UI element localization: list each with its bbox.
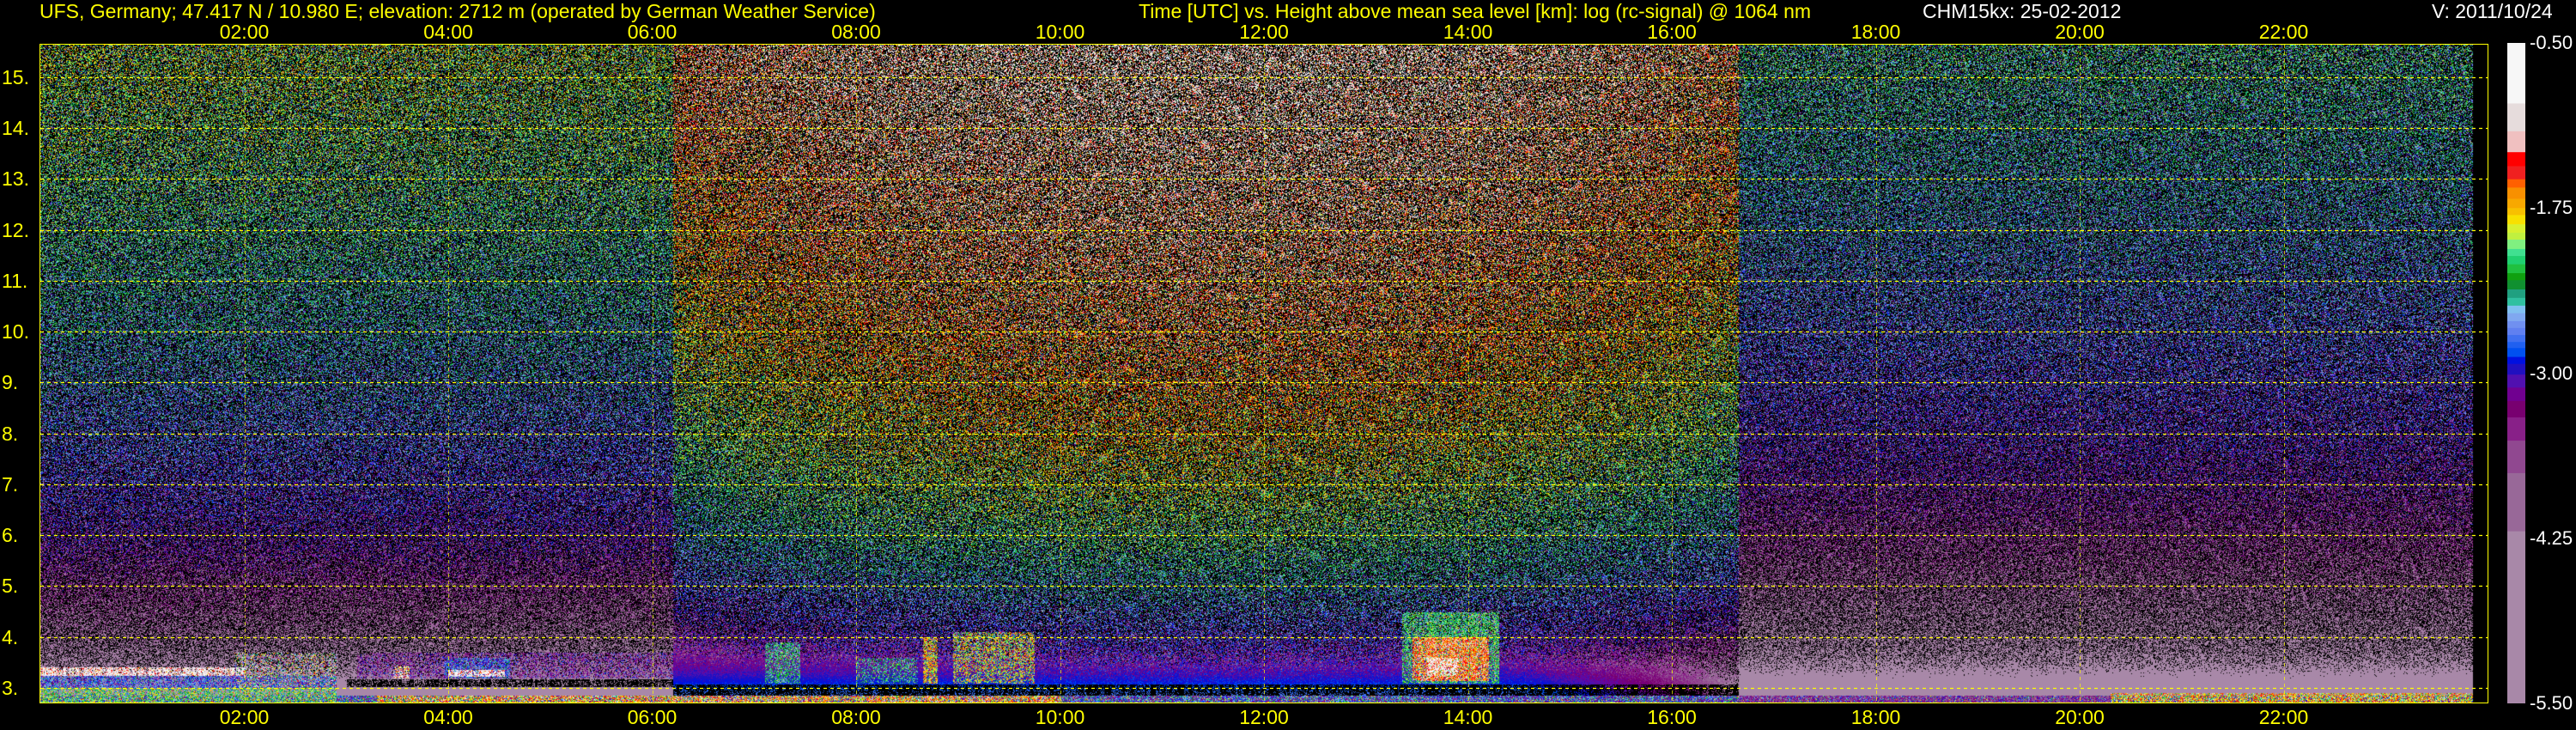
x-tick-label-bottom: 20:00: [2055, 706, 2105, 728]
x-tick-label-bottom: 22:00: [2258, 706, 2309, 728]
colorbar-level: [2507, 240, 2525, 250]
colorbar-level: [2507, 179, 2525, 188]
y-tick-label: 3.: [2, 676, 19, 699]
colorbar-level: [2507, 387, 2525, 402]
colorbar-level: [2507, 313, 2525, 322]
x-tick-label-top: 22:00: [2258, 21, 2309, 43]
y-tick-label: 9.: [2, 371, 19, 394]
colorbar-level: [2507, 305, 2525, 314]
colorbar-tick-label: -0.50: [2530, 32, 2573, 53]
version-label: V: 2011/10/24: [2432, 0, 2553, 22]
colorbar-level: [2507, 342, 2525, 349]
station-title: UFS, Germany; 47.417 N / 10.980 E; eleva…: [39, 0, 876, 22]
x-tick-label-top: 10:00: [1035, 21, 1085, 43]
x-tick-label-top: 08:00: [831, 21, 881, 43]
colorbar-level: [2507, 531, 2525, 703]
colorbar-level: [2507, 363, 2525, 375]
x-tick-label-bottom: 10:00: [1035, 706, 1085, 728]
colorbar: [2507, 43, 2525, 703]
colorbar-level: [2507, 280, 2525, 290]
colorbar-level: [2507, 400, 2525, 418]
colorbar-level: [2507, 335, 2525, 343]
x-tick-label-bottom: 06:00: [627, 706, 677, 728]
y-tick-label: 11.: [2, 269, 28, 292]
colorbar-level: [2507, 233, 2525, 240]
y-tick-label: 10.: [2, 320, 29, 344]
colorbar-level: [2507, 152, 2525, 167]
colorbar-level: [2507, 256, 2525, 265]
y-tick-label: 5.: [2, 575, 19, 598]
x-tick-label-top: 04:00: [423, 21, 473, 43]
y-tick-label: 15.: [2, 65, 29, 88]
colorbar-level: [2507, 131, 2525, 153]
plot-frame: [39, 44, 2488, 703]
x-tick-label-bottom: 04:00: [423, 706, 473, 728]
colorbar-level: [2507, 166, 2525, 180]
x-tick-label-top: 16:00: [1647, 21, 1697, 43]
y-tick-label: 8.: [2, 422, 19, 445]
y-tick-label: 14.: [2, 117, 29, 140]
colorbar-level: [2507, 103, 2525, 132]
instrument-date: CHM15kx: 25-02-2012: [1923, 0, 2122, 22]
x-tick-label-top: 12:00: [1239, 21, 1289, 43]
y-tick-label: 13.: [2, 167, 29, 191]
colorbar-level: [2507, 297, 2525, 307]
y-tick-label: 6.: [2, 524, 19, 547]
x-tick-label-bottom: 08:00: [831, 706, 881, 728]
x-tick-label-top: 06:00: [627, 21, 677, 43]
colorbar-level: [2507, 374, 2525, 388]
colorbar-level: [2507, 273, 2525, 281]
colorbar-tick-label: -3.00: [2530, 362, 2573, 384]
colorbar-level: [2507, 208, 2525, 216]
colorbar-level: [2507, 327, 2525, 336]
y-tick-label: 7.: [2, 472, 19, 496]
x-tick-label-top: 20:00: [2055, 21, 2105, 43]
x-tick-label-bottom: 18:00: [1850, 706, 1901, 728]
x-tick-label-bottom: 14:00: [1443, 706, 1493, 728]
colorbar-level: [2507, 348, 2525, 358]
y-tick-label: 4.: [2, 625, 19, 648]
colorbar-level: [2507, 43, 2525, 104]
x-tick-label-top: 02:00: [219, 21, 270, 43]
colorbar-level: [2507, 356, 2525, 365]
colorbar-level: [2507, 417, 2525, 441]
x-tick-label-top: 14:00: [1443, 21, 1493, 43]
colorbar-level: [2507, 320, 2525, 329]
colorbar-tick-label: -5.50: [2530, 692, 2573, 714]
colorbar-tick-label: -4.25: [2530, 526, 2573, 549]
x-tick-label-bottom: 16:00: [1647, 706, 1697, 728]
colorbar-level: [2507, 289, 2525, 299]
colorbar-tick-label: -1.75: [2530, 197, 2573, 219]
colorbar-level: [2507, 215, 2525, 225]
x-tick-label-top: 18:00: [1850, 21, 1901, 43]
colorbar-level: [2507, 472, 2525, 532]
plot-title: Time [UTC] vs. Height above mean sea lev…: [1139, 0, 1812, 22]
x-tick-label-bottom: 02:00: [219, 706, 270, 728]
colorbar-level: [2507, 248, 2525, 257]
colorbar-level: [2507, 264, 2525, 274]
x-tick-label-bottom: 12:00: [1239, 706, 1289, 728]
y-tick-label: 12.: [2, 218, 29, 241]
colorbar-level: [2507, 187, 2525, 199]
colorbar-level: [2507, 198, 2525, 209]
colorbar-level: [2507, 441, 2525, 474]
colorbar-level: [2507, 224, 2525, 234]
